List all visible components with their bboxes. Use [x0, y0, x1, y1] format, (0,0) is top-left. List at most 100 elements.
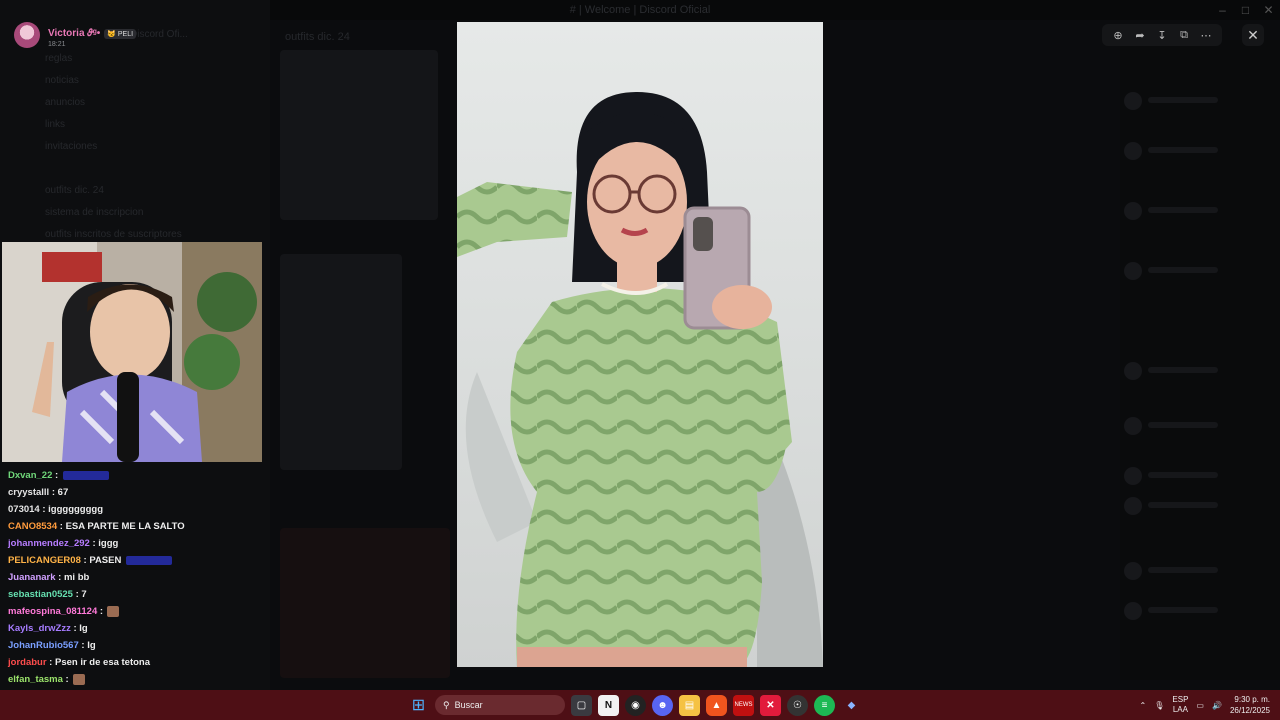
background-member-list	[1120, 40, 1280, 680]
search-icon: ⚲	[443, 699, 455, 710]
chat-emote	[63, 471, 110, 480]
background-server-name: Discord Ofi...	[130, 29, 188, 40]
chat-username: JohanRubio567	[8, 640, 79, 651]
chat-message: jordabur : Psen ir de esa tetona	[8, 657, 151, 668]
chat-username: 073014	[8, 504, 40, 515]
x-app-icon[interactable]: ✕	[760, 694, 781, 716]
system-tray: ⌃ 🎙 ESP LAA ▭ 🔊 9:30 p. m. 26/12/2025	[1140, 692, 1270, 718]
chat-message: PELICANGER08 : PASEN	[8, 552, 264, 569]
chat-message: mafeospina_081124 :	[8, 603, 264, 620]
chat-text: mi bb	[63, 572, 90, 583]
webcam-overlay	[2, 242, 262, 462]
bg-member	[1120, 90, 1260, 112]
spotify-icon[interactable]: ≡	[814, 694, 835, 716]
minimize-icon[interactable]: –	[1211, 0, 1234, 20]
chat-text: Ig	[79, 623, 88, 634]
microphone-icon[interactable]: 🎙	[1154, 701, 1164, 710]
chat-message: johanmendez_292 : iggg	[8, 538, 119, 549]
chat-message: CANO8534 : ESA PARTE ME LA SALTO	[8, 521, 185, 532]
volume-icon[interactable]: 🔊	[1212, 701, 1222, 710]
obs-icon[interactable]: ☉	[787, 694, 808, 716]
background-image-card	[280, 50, 438, 220]
stream-chat: Dxvan_22 : cryystalll : 67 073014 : iggg…	[8, 467, 264, 705]
news-app-icon[interactable]: NEWS	[733, 694, 754, 716]
background-image-card	[280, 254, 402, 470]
bg-channel-item: noticias	[45, 75, 79, 86]
chat-username: Kayls_drwZzz	[8, 623, 71, 634]
forward-icon[interactable]: ➦	[1130, 29, 1150, 42]
chat-message: Dxvan_22 :	[8, 467, 264, 484]
task-view-icon[interactable]: ▢	[571, 694, 592, 716]
zoom-in-icon[interactable]: ⊕	[1108, 29, 1128, 42]
start-icon[interactable]: ⊞	[408, 695, 429, 716]
taskbar: ⊞ ⚲ Buscar ▢ N ◉ ☻ ▤ ▲ NEWS ✕ ☉ ≡ ◆ ⌃ 🎙 …	[0, 690, 1280, 720]
chat-message: cryystalll : 67	[8, 487, 69, 498]
bg-member	[1120, 140, 1260, 162]
background-channel-header: outfits dic. 24	[285, 31, 350, 43]
bg-member	[1120, 200, 1260, 222]
avatar[interactable]	[14, 22, 40, 48]
taskbar-search[interactable]: ⚲ Buscar	[435, 695, 565, 715]
chat-username: mafeospina_081124	[8, 606, 98, 617]
bg-channel-item: sistema de inscripcion	[45, 207, 144, 218]
open-external-icon[interactable]: ⧉	[1174, 29, 1194, 42]
notion-icon[interactable]: N	[598, 694, 619, 716]
chat-emote	[72, 674, 85, 685]
chat-emote	[107, 606, 120, 617]
chat-text: Psen ir de esa tetona	[54, 657, 151, 668]
language-indicator[interactable]: ESP LAA	[1172, 695, 1188, 715]
more-icon[interactable]: ⋯	[1196, 29, 1216, 42]
image-author[interactable]: Victoria 𝜗ᵍ• 😼 PELI 18:21	[14, 22, 137, 48]
taskbar-apps: ⊞ ⚲ Buscar ▢ N ◉ ☻ ▤ ▲ NEWS ✕ ☉ ≡ ◆	[408, 694, 862, 716]
chat-text: Ig	[87, 640, 96, 651]
chat-text: ESA PARTE ME LA SALTO	[65, 521, 185, 532]
bg-channel-item: outfits dic. 24	[45, 185, 104, 196]
chat-username: sebastian0525	[8, 589, 73, 600]
bg-member	[1120, 495, 1260, 517]
chat-message: Juananark : mi bb	[8, 572, 90, 583]
chat-text: 7	[81, 589, 87, 600]
chat-username: cryystalll	[8, 487, 50, 498]
viewed-image[interactable]	[457, 22, 823, 667]
display-icon[interactable]: ▭	[1196, 701, 1204, 710]
chat-username: PELICANGER08	[8, 555, 81, 566]
webcam-illustration	[2, 242, 262, 462]
clock[interactable]: 9:30 p. m. 26/12/2025	[1230, 694, 1270, 716]
window-close-icon[interactable]: ✕	[1257, 0, 1280, 20]
chat-message: JohanRubio567 : Ig	[8, 640, 96, 651]
bg-channel-item: anuncios	[45, 97, 86, 108]
bg-channel-item: invitaciones	[45, 141, 98, 152]
bg-member	[1120, 360, 1260, 382]
bg-member	[1120, 415, 1260, 437]
bg-member	[1120, 560, 1260, 582]
brave-icon[interactable]: ▲	[706, 694, 727, 716]
chevron-up-icon[interactable]: ⌃	[1140, 701, 1147, 710]
chat-text: PASEN	[89, 555, 122, 566]
maximize-icon[interactable]: □	[1234, 0, 1257, 20]
chat-text: iggg	[98, 538, 119, 549]
background-image-card	[280, 528, 450, 678]
file-explorer-icon[interactable]: ▤	[679, 694, 700, 716]
close-viewer-button[interactable]: ✕	[1242, 24, 1264, 46]
bg-member	[1120, 260, 1260, 282]
bg-channel-item: reglas	[45, 53, 73, 64]
server-tag-badge: 😼 PELI	[104, 28, 137, 39]
github-icon[interactable]: ◉	[625, 694, 646, 716]
chat-username: Dxvan_22	[8, 470, 53, 481]
viewer-toolbar: ⊕ ➦ ↧ ⧉ ⋯	[1102, 24, 1222, 46]
download-icon[interactable]: ↧	[1152, 29, 1172, 42]
clock-date: 26/12/2025	[1229, 706, 1270, 715]
discord-icon[interactable]: ☻	[652, 694, 673, 716]
chat-username: Juananark	[8, 572, 56, 583]
bg-channel-item: links	[45, 119, 66, 130]
chat-username: jordabur	[8, 657, 47, 668]
author-name: Victoria 𝜗ᵍ•	[48, 27, 101, 39]
app-icon[interactable]: ◆	[841, 695, 862, 716]
chat-emote	[126, 556, 173, 565]
bg-member	[1120, 600, 1260, 622]
chat-message: Kayls_drwZzz : Ig	[8, 623, 88, 634]
chat-username: CANO8534	[8, 521, 58, 532]
language-code: ESP	[1172, 695, 1189, 704]
chat-text: 67	[57, 487, 69, 498]
clock-time: 9:30 p. m.	[1234, 695, 1270, 704]
